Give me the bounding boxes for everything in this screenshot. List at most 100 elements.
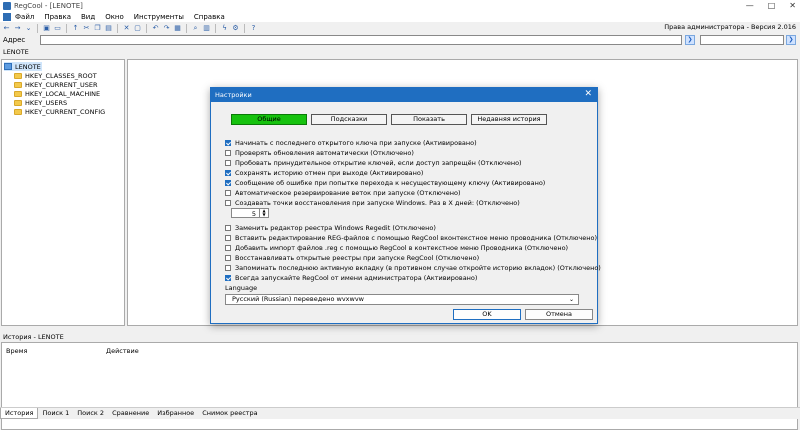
menu-file[interactable]: Файл	[15, 13, 34, 21]
search-icon[interactable]: ⌕	[191, 24, 200, 33]
option-label: Запоминать последнюю активную вкладку (в…	[235, 263, 601, 272]
checkbox[interactable]	[225, 274, 231, 281]
history-col-action[interactable]: Действие	[106, 347, 139, 355]
tab-history[interactable]: История	[0, 408, 39, 419]
checkbox[interactable]	[225, 199, 231, 206]
gear-icon[interactable]: ⚙	[231, 24, 240, 33]
checkbox[interactable]	[225, 254, 231, 261]
search-input[interactable]	[700, 35, 784, 45]
tab-snapshot[interactable]: Снимок реестра	[198, 408, 261, 419]
folder-icon[interactable]: ▭	[53, 24, 62, 33]
option-error-message[interactable]: Сообщение об ошибке при попытке перехода…	[225, 178, 545, 187]
option-save-undo[interactable]: Сохранять историю отмен при выходе (Акти…	[225, 168, 423, 177]
menu-edit[interactable]: Правка	[44, 13, 71, 21]
undo-icon[interactable]: ↶	[151, 24, 160, 33]
option-auto-backup[interactable]: Автоматическое резервирование веток при …	[225, 188, 460, 197]
option-restore-registries[interactable]: Восстанавливать открытые реестры при зап…	[225, 253, 479, 262]
minimize-icon[interactable]: —	[746, 1, 754, 10]
tree-item-hklm[interactable]: HKEY_LOCAL_MACHINE	[4, 89, 122, 98]
forward-icon[interactable]: →	[13, 24, 22, 33]
breadcrumb: LENOTE	[3, 48, 29, 56]
checkbox[interactable]	[225, 189, 231, 196]
option-reg-edit-context[interactable]: Вставить редактирование REG-файлов с пом…	[225, 233, 597, 242]
tree-item-hkcr[interactable]: HKEY_CLASSES_ROOT	[4, 71, 122, 80]
language-label: Language	[225, 284, 258, 292]
redo-icon[interactable]: ↷	[162, 24, 171, 33]
tree-root-label: LENOTE	[15, 62, 41, 71]
menu-window[interactable]: Окно	[105, 13, 124, 21]
search-go-button[interactable]: ❯	[786, 35, 796, 45]
new-icon[interactable]: ▢	[133, 24, 142, 33]
tab-compare[interactable]: Сравнение	[108, 408, 153, 419]
tree-item-hkcu[interactable]: HKEY_CURRENT_USER	[4, 80, 122, 89]
address-go-button[interactable]: ❯	[685, 35, 695, 45]
days-value: 5	[251, 210, 256, 218]
option-restore-points[interactable]: Создавать точки восстановления при запус…	[225, 198, 520, 207]
folder-icon	[14, 99, 22, 106]
tree-item-hku[interactable]: HKEY_USERS	[4, 98, 122, 107]
option-replace-regedit[interactable]: Заменить редактор реестра Windows Regedi…	[225, 223, 436, 232]
checkbox[interactable]	[225, 169, 231, 176]
help-icon[interactable]: ?	[249, 24, 258, 33]
find-next-icon[interactable]: ▥	[202, 24, 211, 33]
toolbar-separator	[66, 23, 67, 33]
cancel-button[interactable]: Отмена	[525, 309, 593, 320]
dialog-close-icon[interactable]: ✕	[584, 89, 592, 99]
option-remember-tab[interactable]: Запоминать последнюю активную вкладку (в…	[225, 263, 601, 272]
checkbox[interactable]	[225, 149, 231, 156]
tree-root[interactable]: LENOTE	[4, 62, 42, 71]
checkbox[interactable]	[225, 244, 231, 251]
option-run-as-admin[interactable]: Всегда запускайте RegCool от имени админ…	[225, 273, 477, 282]
option-start-last-key[interactable]: Начинать с последнего открытого ключа пр…	[225, 138, 477, 147]
back-icon[interactable]: ←	[2, 24, 11, 33]
chevron-down-icon: ⌄	[568, 296, 574, 303]
history-col-time[interactable]: Время	[6, 347, 27, 355]
address-input[interactable]	[40, 35, 682, 45]
tab-hints[interactable]: Подсказки	[311, 114, 387, 125]
tab-recent-history[interactable]: Недавняя история	[471, 114, 547, 125]
menu-help[interactable]: Справка	[194, 13, 225, 21]
tab-display[interactable]: Показать	[391, 114, 467, 125]
copy-icon[interactable]: ❐	[93, 24, 102, 33]
toolbar-separator	[117, 23, 118, 33]
up-icon[interactable]: ↑	[71, 24, 80, 33]
checkbox[interactable]	[225, 224, 231, 231]
tree-item-hkcc[interactable]: HKEY_CURRENT_CONFIG	[4, 107, 122, 116]
dialog-title: Настройки	[215, 91, 252, 99]
ok-button[interactable]: OK	[453, 309, 521, 320]
menu-bar: Файл Правка Вид Окно Инструменты Справка	[0, 12, 800, 22]
save-icon[interactable]: ▣	[42, 24, 51, 33]
refresh-icon[interactable]: ▦	[173, 24, 182, 33]
tab-search-1[interactable]: Поиск 1	[38, 408, 73, 419]
cut-icon[interactable]: ✂	[82, 24, 91, 33]
stepper-arrows-icon[interactable]: ▲ ▼	[259, 209, 268, 217]
tab-favorites[interactable]: Избранное	[153, 408, 198, 419]
maximize-icon[interactable]: □	[768, 1, 776, 10]
menu-tools[interactable]: Инструменты	[134, 13, 184, 21]
close-icon[interactable]: ✕	[789, 1, 796, 10]
checkbox[interactable]	[225, 159, 231, 166]
checkbox[interactable]	[225, 179, 231, 186]
toolbar-separator	[37, 23, 38, 33]
checkbox[interactable]	[225, 234, 231, 241]
folder-icon	[14, 108, 22, 115]
option-reg-import-context[interactable]: Добавить импорт файлов .reg с помощью Re…	[225, 243, 568, 252]
language-value: Русский (Russian) переведено wvxwvw	[232, 295, 364, 303]
folder-icon	[14, 81, 22, 88]
settings-dialog: Настройки ✕ Общие Подсказки Показать Нед…	[210, 87, 601, 324]
lightning-icon[interactable]: ϟ	[220, 24, 229, 33]
checkbox[interactable]	[225, 264, 231, 271]
checkbox[interactable]	[225, 139, 231, 146]
menu-view[interactable]: Вид	[81, 13, 95, 21]
language-select[interactable]: Русский (Russian) переведено wvxwvw ⌄	[225, 294, 579, 305]
tab-search-2[interactable]: Поиск 2	[73, 408, 108, 419]
days-stepper[interactable]: 5 ▲ ▼	[231, 208, 269, 218]
option-auto-update[interactable]: Проверять обновления автоматически (Откл…	[225, 148, 414, 157]
option-force-open[interactable]: Пробовать принудительное открытие ключей…	[225, 158, 522, 167]
tree-item-label: HKEY_USERS	[25, 98, 68, 107]
dropdown-icon[interactable]: ⌄	[24, 24, 33, 33]
tab-general[interactable]: Общие	[231, 114, 307, 125]
delete-icon[interactable]: ✕	[122, 24, 131, 33]
paste-icon[interactable]: ▤	[104, 24, 113, 33]
app-menu-icon[interactable]	[3, 13, 11, 21]
